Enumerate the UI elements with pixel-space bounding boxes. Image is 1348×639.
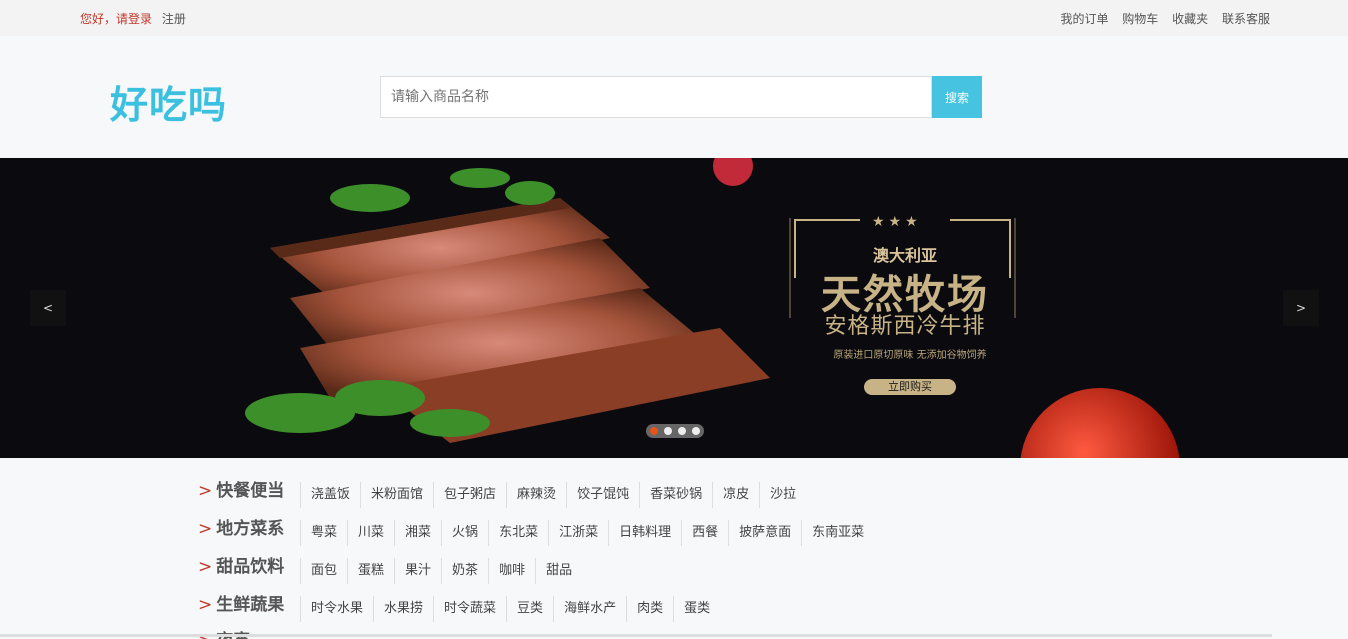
category-item[interactable]: 时令水果 (300, 596, 373, 622)
category-item[interactable]: 川菜 (347, 520, 394, 546)
category-item[interactable]: 果汁 (394, 558, 441, 584)
search-button[interactable]: 搜索 (932, 76, 982, 118)
top-nav: 我的订单 购物车 收藏夹 联系客服 (1050, 10, 1270, 27)
category-item[interactable]: 披萨意面 (728, 520, 801, 546)
category-item[interactable]: 奶茶 (441, 558, 488, 584)
carousel-dot[interactable] (650, 427, 658, 435)
top-bar: 您好，请登录 注册 我的订单 购物车 收藏夹 联系客服 (0, 0, 1348, 36)
greeting-text: 您好， (80, 12, 117, 26)
category-item[interactable]: 东北菜 (488, 520, 548, 546)
category-item[interactable]: 蛋类 (673, 596, 720, 622)
category-item[interactable]: 海鲜水产 (553, 596, 626, 622)
carousel-prev-button[interactable]: < (30, 290, 66, 326)
site-logo[interactable]: 好吃吗 (110, 74, 227, 129)
category-item[interactable]: 日韩料理 (608, 520, 681, 546)
category-title[interactable]: >夜宵 (198, 626, 250, 639)
category-item[interactable]: 包子粥店 (433, 482, 506, 508)
search-input[interactable] (380, 76, 932, 118)
header: 好吃吗 搜索 (0, 36, 1348, 158)
category-title[interactable]: > 地方菜系 (198, 514, 284, 539)
category-item[interactable]: 面包 (300, 558, 347, 584)
category-item[interactable]: 蛋糕 (347, 558, 394, 584)
carousel-dot[interactable] (692, 427, 700, 435)
category-item[interactable]: 东南亚菜 (801, 520, 874, 546)
banner-image[interactable] (0, 158, 1348, 458)
category-item[interactable]: 粤菜 (300, 520, 347, 546)
login-area: 您好，请登录 注册 (80, 10, 186, 27)
category-item[interactable]: 浇盖饭 (300, 482, 360, 508)
banner-subtitle: 原装进口原切原味 无添加谷物饲养 (833, 350, 987, 361)
banner-title-product: 安格斯西冷牛排 (824, 314, 986, 339)
category-item[interactable]: 西餐 (681, 520, 728, 546)
login-link[interactable]: 请登录 (116, 12, 152, 26)
register-link[interactable]: 注册 (162, 12, 186, 26)
carousel-indicators (646, 424, 704, 438)
carousel-dot[interactable] (678, 427, 686, 435)
my-orders-link[interactable]: 我的订单 (1060, 12, 1108, 26)
category-item[interactable]: 麻辣烫 (506, 482, 566, 508)
buy-now-button[interactable]: 立即购买 (864, 379, 956, 395)
category-title[interactable]: > 甜品饮料 (198, 552, 284, 577)
category-nav: > 快餐便当 浇盖饭 米粉面馆 包子粥店 麻辣烫 饺子馄饨 香菜砂锅 凉皮 沙拉 … (0, 458, 1348, 639)
cart-link[interactable]: 购物车 (1122, 12, 1158, 26)
category-item[interactable]: 湘菜 (394, 520, 441, 546)
category-item[interactable]: 米粉面馆 (360, 482, 433, 508)
banner-carousel: ★★★ 澳大利亚 天然牧场 安格斯西冷牛排 原装进口原切原味 无添加谷物饲养 立… (0, 158, 1348, 458)
stars-decoration: ★★★ (872, 214, 922, 230)
category-item[interactable]: 甜品 (535, 558, 582, 584)
category-item[interactable]: 江浙菜 (548, 520, 608, 546)
category-item[interactable]: 沙拉 (759, 482, 806, 508)
category-item[interactable]: 饺子馄饨 (566, 482, 639, 508)
category-title[interactable]: > 快餐便当 (198, 476, 284, 501)
divider (0, 634, 1272, 637)
category-title[interactable]: > 生鲜蔬果 (198, 590, 284, 615)
category-item[interactable]: 时令蔬菜 (433, 596, 506, 622)
category-item[interactable]: 香菜砂锅 (639, 482, 712, 508)
customer-service-link[interactable]: 联系客服 (1222, 12, 1270, 26)
carousel-dot[interactable] (664, 427, 672, 435)
category-item[interactable]: 肉类 (626, 596, 673, 622)
category-item[interactable]: 豆类 (506, 596, 553, 622)
category-item[interactable]: 凉皮 (712, 482, 759, 508)
category-item[interactable]: 火锅 (441, 520, 488, 546)
category-item[interactable]: 咖啡 (488, 558, 535, 584)
category-item[interactable]: 水果捞 (373, 596, 433, 622)
carousel-next-button[interactable]: > (1283, 290, 1319, 326)
favorites-link[interactable]: 收藏夹 (1172, 12, 1208, 26)
